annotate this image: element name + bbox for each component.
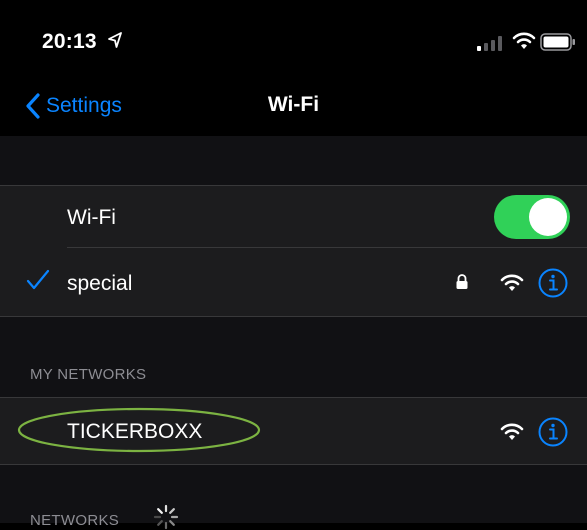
connected-network-name[interactable]: special [67,272,132,296]
wifi-strength-icon [500,274,524,291]
loading-spinner-icon [153,504,179,530]
network-info-button[interactable] [538,268,568,298]
page-title: Wi-Fi [267,93,320,116]
checkmark-icon [26,269,50,290]
networks-header: NETWORKS [30,512,120,529]
cellular-signal-icon [477,36,502,51]
my-networks-header: MY NETWORKS [30,366,147,383]
wifi-icon [512,32,536,49]
my-networks-header-band [0,317,587,397]
wifi-toggle-label: Wi-Fi [67,206,116,229]
location-arrow-icon [108,32,122,48]
lock-icon [456,274,468,289]
toggle-knob [529,198,567,236]
annotation-ellipse [17,407,261,453]
battery-icon [540,33,575,51]
section-spacer [0,136,587,185]
wifi-toggle-switch[interactable] [494,195,570,239]
wifi-strength-icon [500,423,524,440]
status-time: 20:13 [42,30,97,53]
network-info-button[interactable] [538,417,568,447]
